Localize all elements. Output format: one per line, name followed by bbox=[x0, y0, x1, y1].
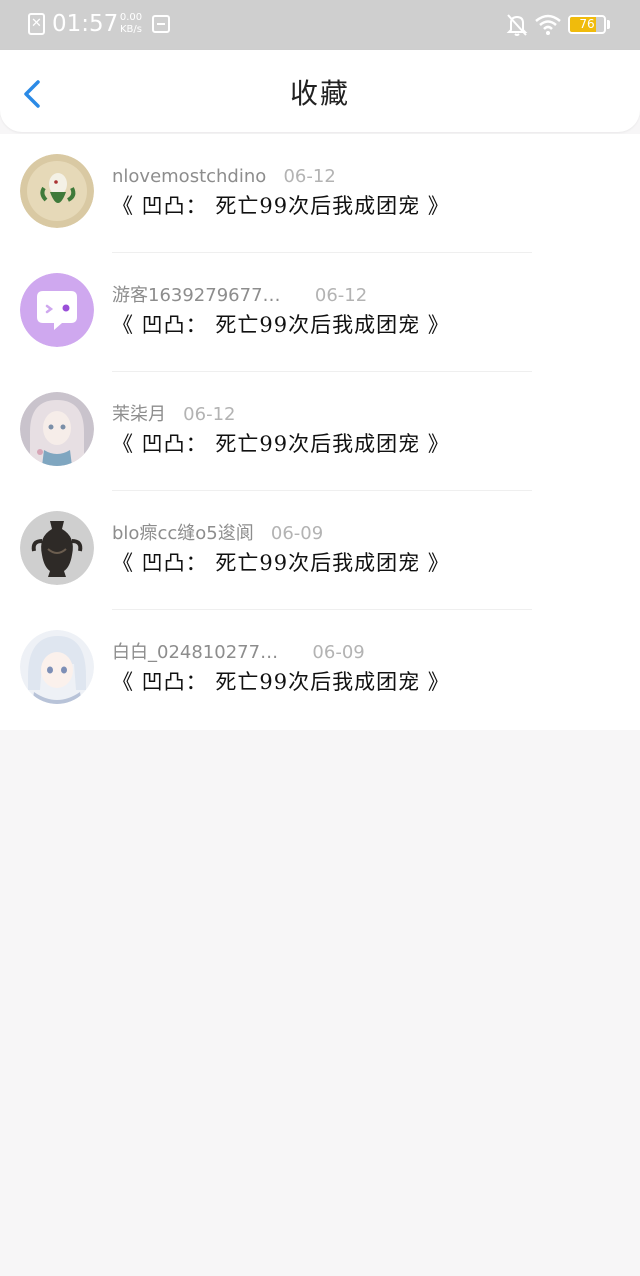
book-title[interactable]: 《 凹凸： 死亡99次后我成团宠 》 bbox=[112, 191, 450, 221]
date: 06-12 bbox=[314, 285, 368, 306]
page-header: 收藏 bbox=[0, 50, 640, 132]
item-meta: nlovemostchdino 06-12 bbox=[112, 164, 336, 190]
network-speed-value: 0.00 bbox=[119, 12, 143, 23]
date: 06-12 bbox=[183, 404, 236, 425]
item-meta: 游客1639279677… 06-12 bbox=[112, 283, 367, 309]
username[interactable]: 白白_024810277… bbox=[112, 642, 278, 663]
favorites-list: nlovemostchdino 06-12 《 凹凸： 死亡99次后我成团宠 》… bbox=[0, 134, 640, 730]
list-item[interactable]: 茉柒月 06-12 《 凹凸： 死亡99次后我成团宠 》 bbox=[0, 372, 640, 491]
bell-off-icon bbox=[506, 14, 528, 36]
status-bar: ✕ 01:57 0.00 KB/s 76 bbox=[0, 0, 640, 50]
list-item[interactable]: blo瘝cc缝o5逡阆 06-09 《 凹凸： 死亡99次后我成团宠 》 bbox=[0, 491, 640, 610]
bird-avatar-icon[interactable] bbox=[20, 154, 94, 228]
book-title[interactable]: 《 凹凸： 死亡99次后我成团宠 》 bbox=[112, 429, 450, 459]
book-title[interactable]: 《 凹凸： 死亡99次后我成团宠 》 bbox=[112, 548, 450, 578]
battery-level: 76 bbox=[579, 17, 595, 31]
item-meta: blo瘝cc缝o5逡阆 06-09 bbox=[112, 521, 323, 547]
username[interactable]: 茉柒月 bbox=[112, 404, 166, 425]
item-meta: 白白_024810277… 06-09 bbox=[112, 640, 365, 666]
item-meta: 茉柒月 06-12 bbox=[112, 402, 235, 428]
date: 06-09 bbox=[270, 523, 324, 544]
date: 06-12 bbox=[283, 166, 336, 187]
list-item[interactable]: 白白_024810277… 06-09 《 凹凸： 死亡99次后我成团宠 》 bbox=[0, 610, 640, 729]
page-title: 收藏 bbox=[289, 77, 350, 110]
date: 06-09 bbox=[312, 642, 365, 663]
list-item[interactable]: 游客1639279677… 06-12 《 凹凸： 死亡99次后我成团宠 》 bbox=[0, 253, 640, 372]
chat-bubble-avatar-icon[interactable] bbox=[20, 273, 94, 347]
anime-girl-avatar-icon[interactable] bbox=[20, 392, 94, 466]
screenshot-icon bbox=[152, 15, 170, 33]
list-item[interactable]: nlovemostchdino 06-12 《 凹凸： 死亡99次后我成团宠 》 bbox=[0, 134, 640, 253]
username[interactable]: blo瘝cc缝o5逡阆 bbox=[112, 523, 254, 544]
status-time: 01:57 bbox=[52, 11, 119, 37]
network-speed: 0.00 KB/s bbox=[116, 12, 146, 36]
notification-close-icon: ✕ bbox=[28, 13, 45, 35]
battery-terminal bbox=[607, 20, 610, 29]
wifi-icon bbox=[535, 14, 561, 35]
username[interactable]: 游客1639279677… bbox=[112, 285, 281, 306]
book-title[interactable]: 《 凹凸： 死亡99次后我成团宠 》 bbox=[112, 667, 450, 697]
network-speed-unit: KB/s bbox=[120, 24, 142, 35]
book-title[interactable]: 《 凹凸： 死亡99次后我成团宠 》 bbox=[112, 310, 450, 340]
battery-icon: 76 bbox=[568, 15, 606, 34]
bronze-vase-avatar-icon[interactable] bbox=[20, 511, 94, 585]
silver-hair-girl-avatar-icon[interactable] bbox=[20, 630, 94, 704]
username[interactable]: nlovemostchdino bbox=[112, 166, 266, 187]
